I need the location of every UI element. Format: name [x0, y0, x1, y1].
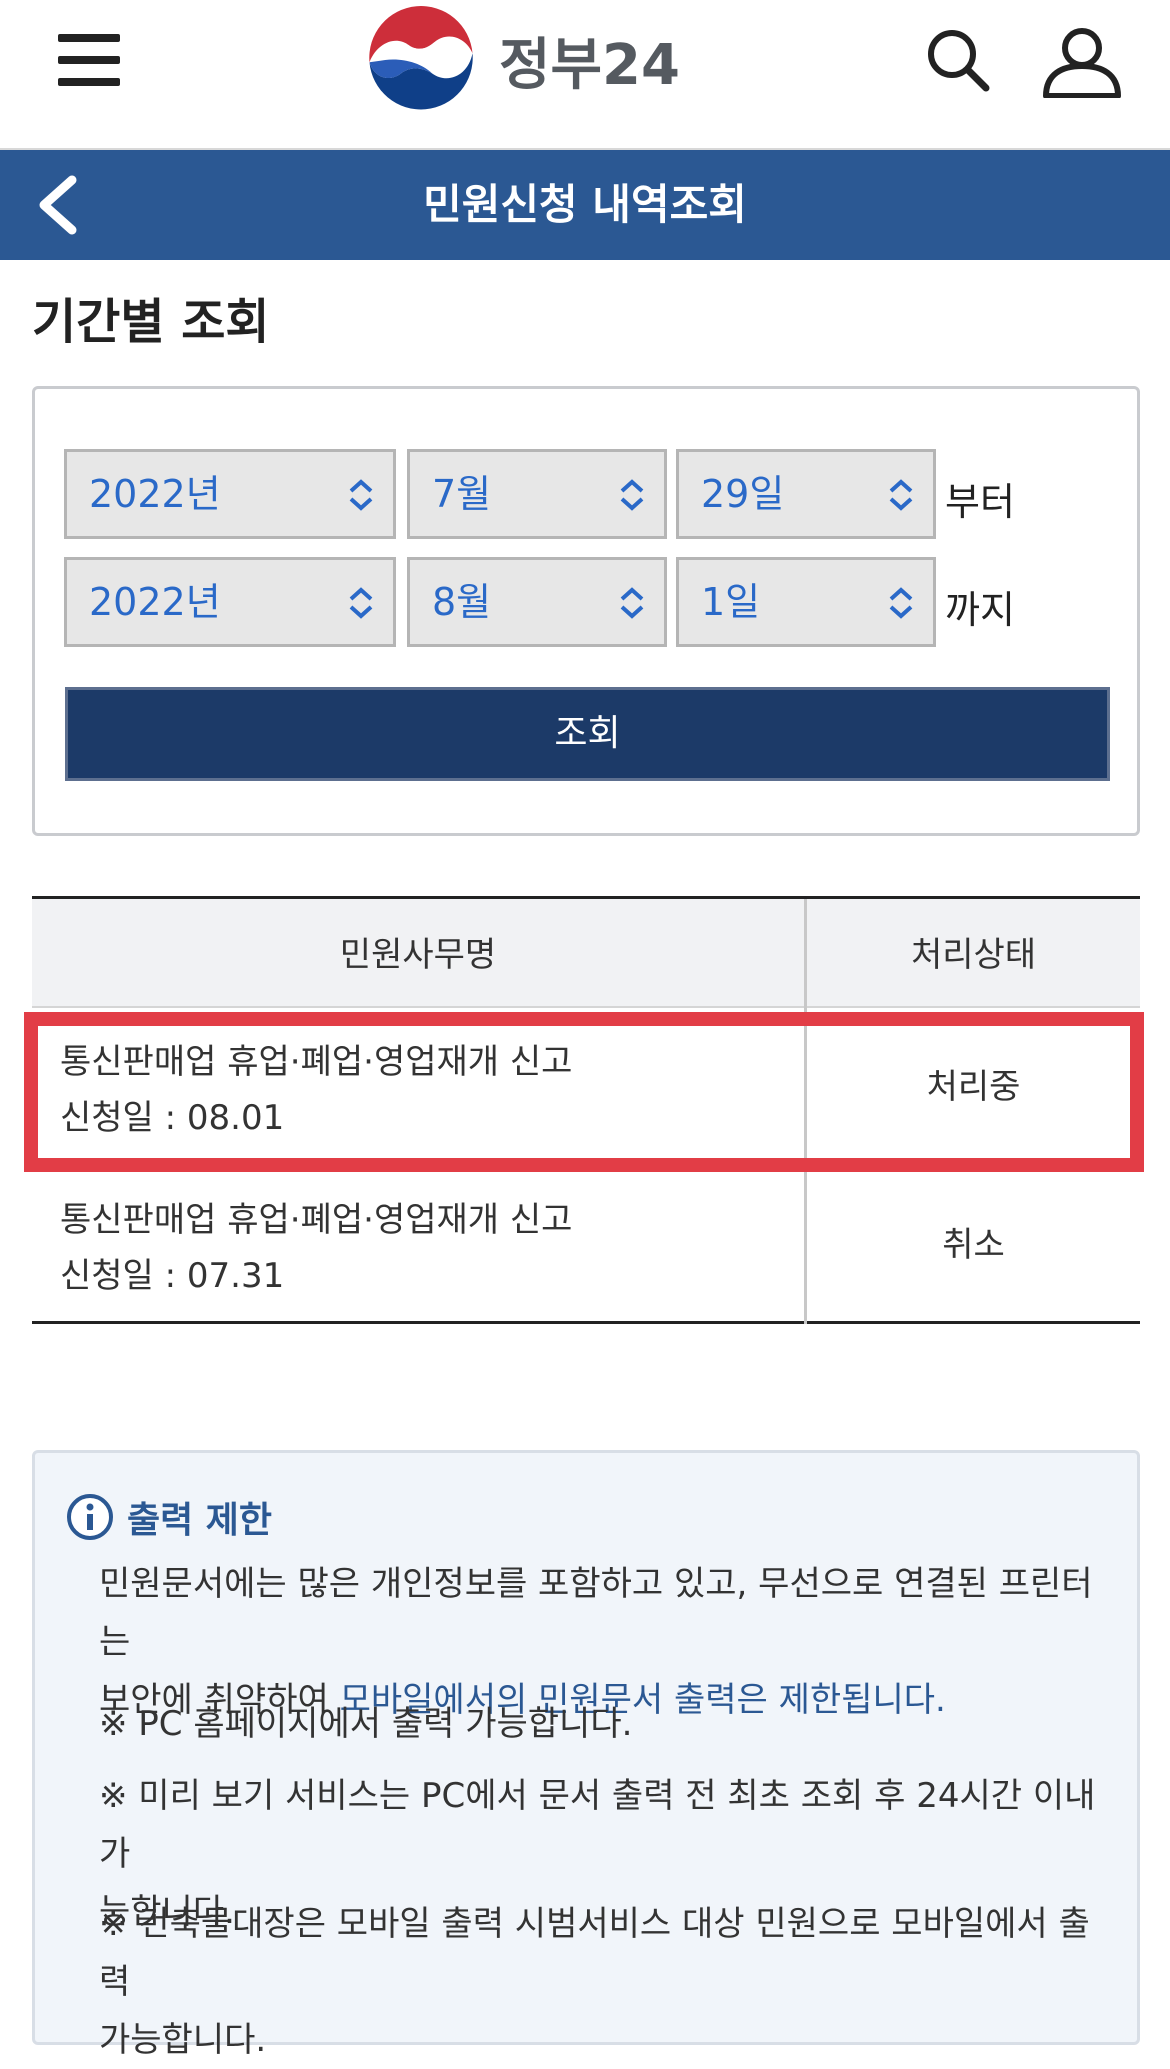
row-name: 통신판매업 휴업·폐업·영업재개 신고 [60, 1042, 573, 1082]
row-status: 취소 [942, 1225, 1005, 1265]
results-table: 민원사무명 처리상태 통신판매업 휴업·폐업·영업재개 신고 신청일 : 08.… [32, 896, 1140, 1324]
back-arrow-icon[interactable] [28, 172, 88, 238]
top-bar: 정부24 [0, 0, 1170, 150]
search-icon[interactable] [924, 26, 992, 94]
gov-logo [367, 6, 475, 114]
row-date: 신청일 : 08.01 [60, 1098, 285, 1138]
to-day-select[interactable]: 1일 [676, 557, 936, 647]
info-icon [67, 1494, 113, 1540]
from-day-select[interactable]: 29일 [676, 449, 936, 539]
header-status: 처리상태 [910, 935, 1037, 975]
from-suffix: 부터 [945, 480, 1015, 524]
notice-note-building: ※ 건축물대장은 모바일 출력 시범서비스 대상 민원으로 모바일에서 출력 가… [99, 1895, 1099, 2069]
from-year-select[interactable]: 2022년 [64, 449, 396, 539]
notice-box: 출력 제한 민원문서에는 많은 개인정보를 포함하고 있고, 무선으로 연결된 … [32, 1450, 1140, 2060]
search-button[interactable]: 조회 [65, 687, 1110, 781]
table-row[interactable]: 통신판매업 휴업·폐업·영업재개 신고 신청일 : 07.31 취소 [32, 1166, 1140, 1324]
notice-note2-line1: ※ 미리 보기 서비스는 PC에서 문서 출력 전 최초 조회 후 24시간 이… [99, 1776, 1096, 1874]
from-day-value: 29일 [701, 472, 785, 516]
notice-note3-line2: 가능합니다. [99, 2020, 267, 2060]
to-month-value: 8월 [432, 580, 492, 624]
row-name: 통신판매업 휴업·폐업·영업재개 신고 [60, 1200, 573, 1240]
to-suffix: 까지 [945, 588, 1015, 632]
notice-title: 출력 제한 [127, 1500, 273, 1541]
updown-arrow-icon [889, 479, 913, 511]
logo-text: 정부24 [499, 32, 680, 98]
to-day-value: 1일 [701, 580, 761, 624]
gov24-logo[interactable]: 정부24 [365, 4, 680, 116]
row-date: 신청일 : 07.31 [60, 1256, 285, 1296]
row-status: 처리중 [926, 1067, 1021, 1107]
updown-arrow-icon [620, 587, 644, 619]
to-year-value: 2022년 [89, 580, 221, 624]
section-title: 기간별 조회 [32, 294, 270, 350]
user-icon[interactable] [1040, 26, 1124, 98]
updown-arrow-icon [889, 587, 913, 619]
updown-arrow-icon [349, 479, 373, 511]
title-bar: 민원신청 내역조회 [0, 150, 1170, 260]
table-row[interactable]: 통신판매업 휴업·폐업·영업재개 신고 신청일 : 08.01 처리중 [32, 1008, 1140, 1166]
updown-arrow-icon [620, 479, 644, 511]
header-name: 민원사무명 [339, 935, 497, 975]
menu-icon[interactable] [58, 34, 122, 86]
table-header: 민원사무명 처리상태 [32, 896, 1140, 1011]
notice-header: 출력 제한 [65, 1491, 272, 1543]
updown-arrow-icon [349, 587, 373, 619]
notice-note3-line1: ※ 건축물대장은 모바일 출력 시범서비스 대상 민원으로 모바일에서 출력 [99, 1904, 1090, 2002]
from-month-select[interactable]: 7월 [407, 449, 667, 539]
date-search-box: 2022년 7월 29일 부터 2022년 8월 1일 까지 조회 [32, 386, 1140, 836]
notice-note-pc: ※ PC 홈페이지에서 출력 가능합니다. [99, 1704, 633, 1744]
page-title: 민원신청 내역조회 [423, 180, 747, 229]
to-year-select[interactable]: 2022년 [64, 557, 396, 647]
from-year-value: 2022년 [89, 472, 221, 516]
from-month-value: 7월 [432, 472, 492, 516]
to-month-select[interactable]: 8월 [407, 557, 667, 647]
notice-body-line1: 민원문서에는 많은 개인정보를 포함하고 있고, 무선으로 연결된 프린터는 [99, 1564, 1093, 1662]
